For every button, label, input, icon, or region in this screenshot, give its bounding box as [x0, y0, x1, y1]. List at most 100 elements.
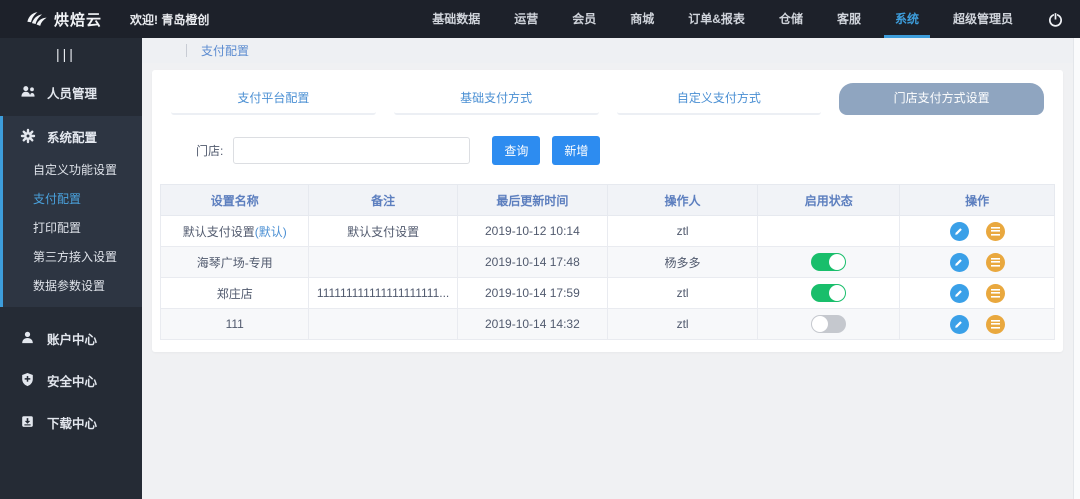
cell-actions — [899, 308, 1055, 340]
edit-icon[interactable] — [949, 252, 969, 272]
add-button[interactable]: 新增 — [552, 136, 601, 165]
cell-actions — [899, 246, 1055, 278]
setting-name-text: 海琴广场-专用 — [196, 255, 273, 270]
sidebar-item-custom-function-settings[interactable]: 自定义功能设置 — [3, 156, 142, 185]
sidebar-item-system-config[interactable]: 系统配置 — [3, 116, 142, 156]
sidebar-bottom-section: 账户中心 安全中心 下载中心 — [0, 317, 142, 443]
cell-actions — [899, 277, 1055, 309]
top-nav: 基础数据 运营 会员 商城 订单&报表 仓储 客服 系统 超级管理员 — [415, 0, 1030, 38]
sidebar-item-label: 人员管理 — [47, 86, 98, 101]
cell-operator: 杨多多 — [606, 246, 759, 278]
tab-basic-payment-methods[interactable]: 基础支付方式 — [393, 83, 599, 115]
download-icon — [20, 414, 36, 430]
table-row: 海琴广场-专用 2019-10-14 17:48 杨多多 — [159, 246, 1055, 278]
power-icon — [1048, 12, 1062, 27]
cell-remark — [308, 246, 458, 278]
search-button[interactable]: 查询 — [492, 136, 541, 165]
sidebar-item-label: 安全中心 — [47, 374, 98, 389]
tab-custom-payment-methods[interactable]: 自定义支付方式 — [616, 83, 822, 115]
sidebar-item-label: 账户中心 — [47, 332, 98, 347]
detail-lines — [990, 319, 1000, 329]
col-header-enabled-status: 启用状态 — [757, 184, 901, 216]
toggle-knob — [812, 316, 829, 332]
cell-remark: 111111111111111111111... — [308, 277, 458, 309]
toggle-knob — [829, 285, 846, 301]
nav-item-warehouse[interactable]: 仓储 — [762, 0, 820, 38]
sidebar-group-system-config: 系统配置 自定义功能设置 支付配置 打印配置 第三方接入设置 数据参数设置 — [0, 116, 142, 307]
sidebar-item-personnel[interactable]: 人员管理 — [0, 72, 142, 112]
sidebar-item-data-parameter-settings[interactable]: 数据参数设置 — [3, 272, 142, 301]
detail-icon[interactable] — [985, 314, 1005, 334]
tab-payment-platform-config[interactable]: 支付平台配置 — [171, 83, 376, 115]
users-icon — [20, 84, 36, 100]
detail-icon[interactable] — [985, 283, 1005, 303]
sidebar-item-print-config[interactable]: 打印配置 — [3, 214, 142, 243]
sidebar-item-download-center[interactable]: 下载中心 — [0, 401, 142, 443]
cell-remark — [308, 308, 458, 340]
welcome-text: 欢迎! 青岛橙创 — [130, 12, 210, 27]
table-header-row: 设置名称 备注 最后更新时间 操作人 启用状态 操作 — [159, 184, 1055, 216]
sidebar: ||| 人员管理 系统配置 自定义功能设置 支付配置 打印配置 第三方接入设置 … — [0, 38, 142, 499]
sidebar-item-payment-config[interactable]: 支付配置 — [3, 185, 142, 214]
enable-toggle[interactable] — [811, 253, 847, 271]
detail-lines — [990, 226, 1000, 236]
enable-toggle[interactable] — [811, 315, 847, 333]
cell-last-updated: 2019-10-14 17:59 — [456, 277, 608, 309]
sidebar-item-account-center[interactable]: 账户中心 — [0, 317, 142, 359]
cell-operator: ztl — [606, 215, 759, 247]
col-header-remark: 备注 — [308, 184, 458, 216]
nav-item-service[interactable]: 客服 — [820, 0, 878, 38]
breadcrumb: 支付配置 — [142, 38, 1080, 63]
content-area: 支付平台配置 基础支付方式 自定义支付方式 门店支付方式设置 门店: 查询 新增 — [142, 63, 1080, 352]
cell-last-updated: 2019-10-14 14:32 — [456, 308, 608, 340]
default-tag: (默认) — [254, 224, 287, 239]
cell-enabled-status — [757, 215, 901, 247]
app-title: 烘焙云 — [54, 11, 103, 29]
cell-last-updated: 2019-10-14 17:48 — [456, 246, 608, 278]
detail-lines — [990, 288, 1000, 298]
store-label: 门店: — [196, 144, 224, 158]
nav-item-operations[interactable]: 运营 — [497, 0, 555, 38]
cell-setting-name: 海琴广场-专用 — [159, 246, 310, 278]
scrollbar-gutter[interactable] — [1073, 38, 1080, 499]
col-header-setting-name: 设置名称 — [159, 184, 310, 216]
wings-logo-icon — [27, 12, 47, 26]
nav-item-mall[interactable]: 商城 — [613, 0, 671, 38]
col-header-operator: 操作人 — [606, 184, 759, 216]
table-row: 默认支付设置(默认) 默认支付设置 2019-10-12 10:14 ztl — [159, 215, 1055, 247]
brand-logo: 烘焙云 — [0, 8, 116, 30]
nav-item-system[interactable]: 系统 — [878, 0, 936, 38]
col-header-last-updated: 最后更新时间 — [456, 184, 608, 216]
store-payment-table: 设置名称 备注 最后更新时间 操作人 启用状态 操作 默认支付设置(默认) 默认… — [159, 184, 1055, 340]
nav-item-orders-reports[interactable]: 订单&报表 — [671, 0, 762, 38]
breadcrumb-payment-config[interactable]: 支付配置 — [201, 42, 249, 59]
nav-item-basic-data[interactable]: 基础数据 — [415, 0, 497, 38]
cell-enabled-status — [757, 277, 901, 309]
detail-icon[interactable] — [985, 252, 1005, 272]
cell-setting-name: 111 — [159, 308, 310, 340]
cell-operator: ztl — [606, 277, 759, 309]
sidebar-item-security-center[interactable]: 安全中心 — [0, 359, 142, 401]
nav-item-members[interactable]: 会员 — [555, 0, 613, 38]
detail-icon[interactable] — [985, 221, 1005, 241]
sidebar-item-third-party-access[interactable]: 第三方接入设置 — [3, 243, 142, 272]
edit-icon[interactable] — [949, 314, 969, 334]
store-input[interactable] — [233, 137, 471, 164]
cell-operator: ztl — [606, 308, 759, 340]
main-area: 支付配置 支付平台配置 基础支付方式 自定义支付方式 门店支付方式设置 门店: … — [142, 38, 1080, 499]
nav-item-super-admin[interactable]: 超级管理员 — [936, 0, 1030, 38]
table-row: 郑庄店 111111111111111111111... 2019-10-14 … — [159, 277, 1055, 309]
sidebar-item-label: 下载中心 — [47, 416, 98, 431]
setting-name-text: 默认支付设置 — [182, 224, 255, 239]
sidebar-collapse-icon[interactable]: ||| — [0, 38, 142, 72]
enable-toggle[interactable] — [811, 284, 847, 302]
cell-setting-name: 默认支付设置(默认) — [159, 215, 310, 247]
app-window: 烘焙云 欢迎! 青岛橙创 基础数据 运营 会员 商城 订单&报表 仓储 客服 系… — [0, 0, 1080, 499]
edit-icon[interactable] — [949, 221, 969, 241]
tab-store-payment-method-settings[interactable]: 门店支付方式设置 — [839, 83, 1044, 115]
edit-icon[interactable] — [949, 283, 969, 303]
table-row: 111 2019-10-14 14:32 ztl — [159, 308, 1055, 340]
detail-lines — [990, 257, 1000, 267]
logout-button[interactable] — [1030, 11, 1080, 28]
payment-config-panel: 支付平台配置 基础支付方式 自定义支付方式 门店支付方式设置 门店: 查询 新增 — [152, 70, 1063, 352]
